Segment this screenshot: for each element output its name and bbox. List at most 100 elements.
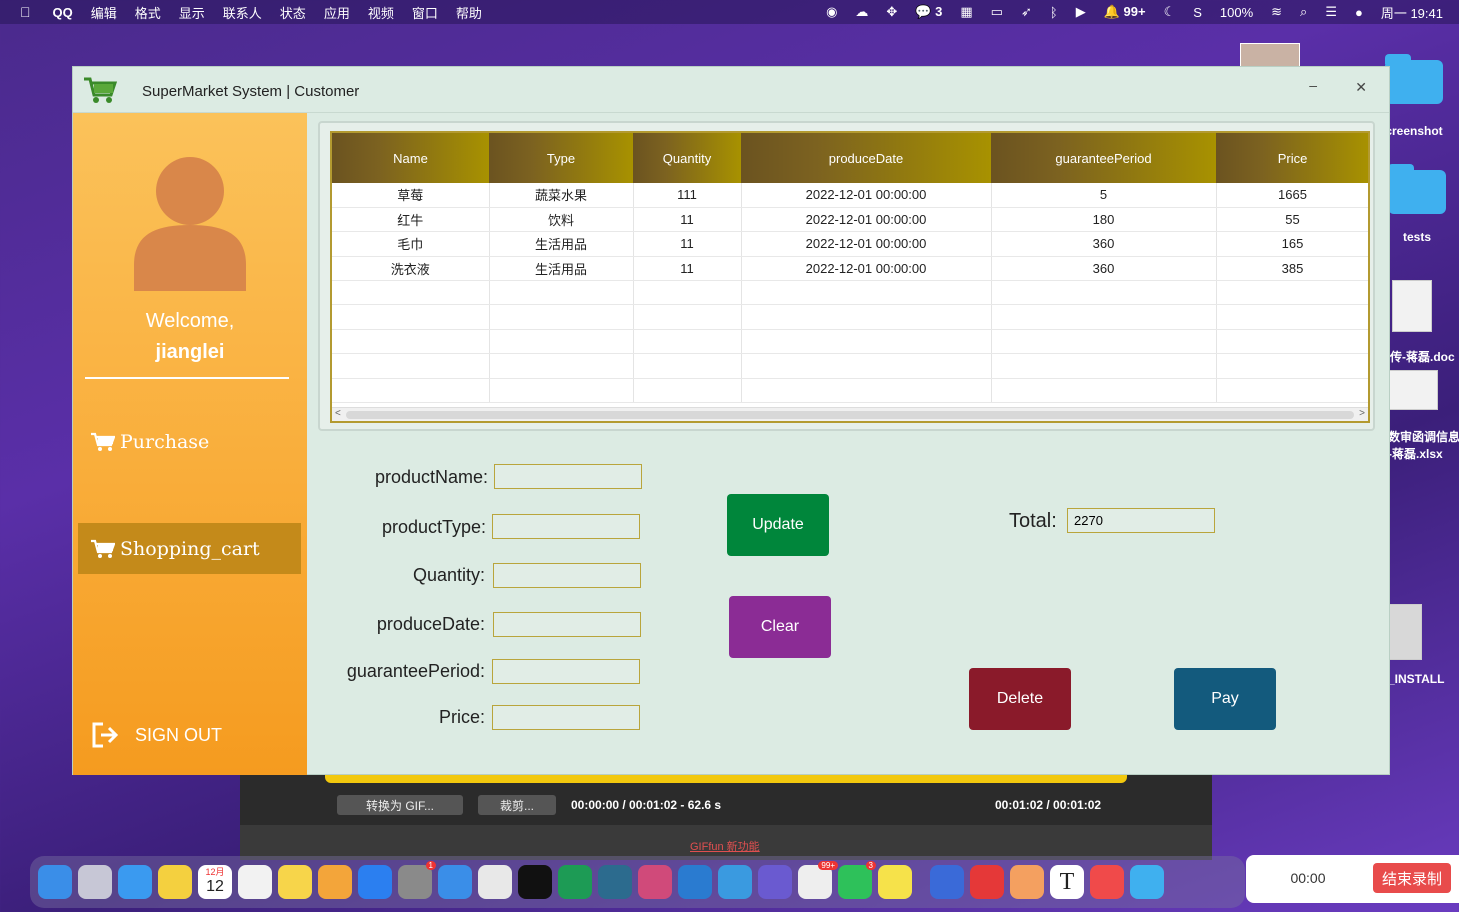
calendar-icon[interactable]: 12月 12	[198, 865, 232, 899]
gif-new-feature-link[interactable]: GIFfun 新功能	[690, 838, 760, 854]
cell-name[interactable]: 洗衣液	[332, 256, 490, 282]
menu-view[interactable]: 显示	[179, 3, 205, 22]
cell-type[interactable]: 生活用品	[489, 231, 634, 257]
desktop-folder-screenshot[interactable]: creenshot	[1385, 54, 1443, 138]
vscode-icon[interactable]	[678, 865, 712, 899]
sidebar-item-shopping-cart[interactable]: Shopping_cart	[78, 523, 301, 574]
d-app-icon[interactable]	[758, 865, 792, 899]
update-button[interactable]: Update	[727, 494, 829, 556]
guarantee-period-input[interactable]	[492, 659, 640, 684]
grid-icon[interactable]: ▦	[960, 4, 972, 20]
desktop-photo-thumbnail[interactable]	[1240, 43, 1300, 67]
cell-produce-date[interactable]: 2022-12-01 00:00:00	[741, 207, 992, 233]
desktop-folder-tests[interactable]: tests	[1388, 164, 1446, 244]
s-app-icon[interactable]: S	[1193, 5, 1202, 20]
table-row[interactable]: 毛巾 生活用品 11 2022-12-01 00:00:00 360 165	[332, 231, 1368, 257]
column-header-quantity[interactable]: Quantity	[633, 133, 741, 183]
cell-produce-date[interactable]: 2022-12-01 00:00:00	[741, 183, 992, 208]
stop-recording-button[interactable]: 结束录制	[1373, 863, 1451, 893]
wifi-icon[interactable]: ≋	[1271, 4, 1282, 20]
finder-icon[interactable]	[38, 865, 72, 899]
system-settings-icon[interactable]: 1	[398, 861, 436, 899]
desktop-xlsx-file[interactable]: 数审函调信息 -蒋磊.xlsx	[1388, 370, 1459, 462]
menu-clock[interactable]: 周一 19:41	[1381, 3, 1443, 22]
column-header-name[interactable]: Name	[332, 133, 489, 183]
column-header-produce-date[interactable]: produceDate	[741, 133, 991, 183]
wechat-icon[interactable]: 💬 3	[915, 4, 942, 20]
photos-icon[interactable]	[158, 865, 192, 899]
cell-price[interactable]: 385	[1216, 256, 1368, 282]
price-input[interactable]	[492, 705, 640, 730]
pages-icon[interactable]	[318, 865, 352, 899]
pay-button[interactable]: Pay	[1174, 668, 1276, 730]
close-button[interactable]: ✕	[1355, 79, 1367, 96]
menu-help[interactable]: 帮助	[456, 3, 482, 22]
cell-produce-date[interactable]: 2022-12-01 00:00:00	[741, 231, 992, 257]
apple-icon[interactable]: 	[20, 4, 31, 20]
terminal-icon[interactable]	[518, 865, 552, 899]
cell-guarantee-period[interactable]: 180	[991, 207, 1217, 233]
column-header-price[interactable]: Price	[1216, 133, 1368, 183]
total-input[interactable]	[1067, 508, 1215, 533]
intellij-icon[interactable]	[638, 865, 672, 899]
downloads-folder-icon[interactable]	[1130, 865, 1164, 899]
desktop-doc-file[interactable]: 传-蒋磊.doc	[1390, 280, 1455, 365]
cell-quantity[interactable]: 11	[633, 231, 742, 257]
cell-name[interactable]: 毛巾	[332, 231, 490, 257]
menu-format[interactable]: 格式	[135, 3, 161, 22]
docker-icon[interactable]	[718, 865, 752, 899]
column-header-type[interactable]: Type	[489, 133, 633, 183]
chrome-icon[interactable]	[478, 865, 512, 899]
cell-name[interactable]: 草莓	[332, 183, 490, 208]
display-icon[interactable]: ▭	[991, 4, 1003, 20]
menu-contacts[interactable]: 联系人	[223, 3, 262, 22]
datagrip-icon[interactable]	[598, 865, 632, 899]
cell-quantity[interactable]: 11	[633, 207, 742, 233]
minimize-button[interactable]: –	[1309, 77, 1317, 93]
safari-icon[interactable]	[438, 865, 472, 899]
menu-app-qq[interactable]: QQ	[53, 5, 73, 20]
reminders-icon[interactable]	[238, 865, 272, 899]
cell-guarantee-period[interactable]: 360	[991, 231, 1217, 257]
crop-button[interactable]: 裁剪...	[478, 795, 556, 815]
gif-timeline-strip[interactable]	[325, 775, 1127, 783]
play-icon[interactable]: ▶	[1076, 4, 1086, 20]
quantity-input[interactable]	[493, 563, 641, 588]
bell-icon[interactable]: 🔔 99+	[1104, 4, 1146, 20]
pycharm-icon[interactable]	[558, 865, 592, 899]
table-row[interactable]: 洗衣液 生活用品 11 2022-12-01 00:00:00 360 385	[332, 256, 1368, 282]
menu-status[interactable]: 状态	[280, 3, 306, 22]
menu-apps[interactable]: 应用	[324, 3, 350, 22]
control-center-icon[interactable]: ☰	[1325, 4, 1337, 20]
scrollbar-thumb[interactable]	[346, 411, 1354, 419]
clear-button[interactable]: Clear	[729, 596, 831, 658]
cell-quantity[interactable]: 111	[633, 183, 742, 208]
cell-guarantee-period[interactable]: 5	[991, 183, 1217, 208]
weather-icon[interactable]: ☁	[855, 4, 868, 20]
column-header-guarantee-period[interactable]: guaranteePeriod	[991, 133, 1216, 183]
app-store-icon[interactable]	[358, 865, 392, 899]
notes-icon[interactable]	[278, 865, 312, 899]
cell-guarantee-period[interactable]: 360	[991, 256, 1217, 282]
siri-icon[interactable]: ●	[1355, 5, 1363, 20]
rocket-icon[interactable]: ➶	[1021, 4, 1032, 20]
music-icon[interactable]	[878, 865, 912, 899]
product-name-input[interactable]	[494, 464, 642, 489]
cell-type[interactable]: 蔬菜水果	[489, 183, 634, 208]
rocket-app-icon[interactable]	[930, 865, 964, 899]
move-icon[interactable]: ✥	[886, 4, 897, 20]
menu-window[interactable]: 窗口	[412, 3, 438, 22]
moon-icon[interactable]: ☾	[1164, 4, 1176, 20]
cell-type[interactable]: 生活用品	[489, 256, 634, 282]
menu-edit[interactable]: 编辑	[91, 3, 117, 22]
cart-table[interactable]: Name Type Quantity produceDate guarantee…	[330, 131, 1370, 423]
launchpad-icon[interactable]	[78, 865, 112, 899]
qq-status-icon[interactable]: ◉	[826, 4, 837, 20]
scroll-left-arrow[interactable]: <	[335, 408, 341, 419]
qq-icon[interactable]: 99+	[798, 861, 838, 899]
cell-price[interactable]: 55	[1216, 207, 1368, 233]
produce-date-input[interactable]	[493, 612, 641, 637]
sidebar-item-purchase[interactable]: Purchase	[78, 416, 301, 467]
convert-to-gif-button[interactable]: 转换为 GIF...	[337, 795, 463, 815]
gif-app-icon[interactable]	[1090, 865, 1124, 899]
